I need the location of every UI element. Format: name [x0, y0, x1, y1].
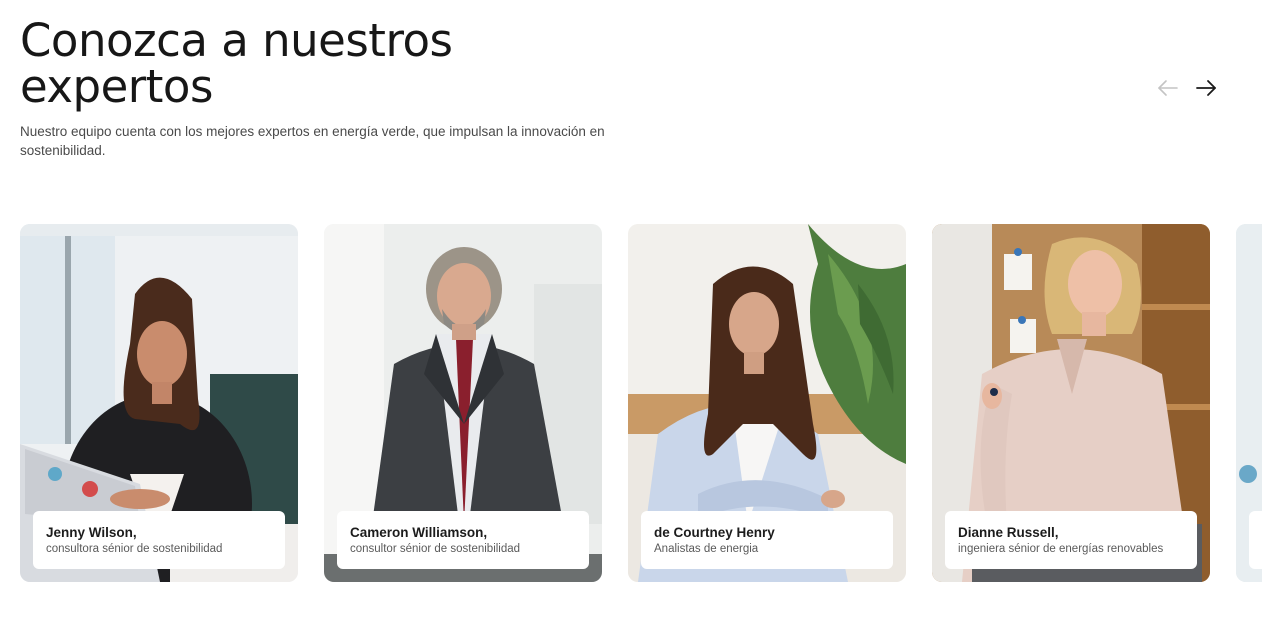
expert-card[interactable]: de Courtney Henry Analistas de energia — [628, 224, 906, 582]
section-subtitle: Nuestro equipo cuenta con los mejores ex… — [20, 124, 605, 158]
expert-card-partial[interactable] — [1236, 224, 1262, 582]
expert-card[interactable]: Cameron Williamson, consultor sénior de … — [324, 224, 602, 582]
expert-caption — [1249, 511, 1262, 569]
expert-card[interactable]: Jenny Wilson, consultora sénior de soste… — [20, 224, 298, 582]
expert-card[interactable]: Dianne Russell, ingeniera sénior de ener… — [932, 224, 1210, 582]
expert-name: de Courtney Henry — [654, 525, 775, 540]
expert-role: consultor sénior de sostenibilidad — [350, 543, 521, 555]
experts-carousel: Jenny Wilson, consultora sénior de soste… — [20, 224, 1262, 582]
arrow-left-icon — [1158, 80, 1178, 96]
section-title: Conozca a nuestros expertos — [20, 14, 453, 113]
expert-name: Cameron Williamson, — [350, 525, 488, 540]
expert-role: ingeniera sénior de energías renovables — [958, 543, 1164, 555]
arrow-right-icon — [1196, 80, 1216, 96]
expert-caption: de Courtney Henry Analistas de energia — [641, 511, 893, 569]
carousel-nav — [1156, 76, 1218, 100]
expert-caption: Cameron Williamson, consultor sénior de … — [337, 511, 589, 569]
expert-role: consultora sénior de sostenibilidad — [46, 543, 223, 555]
expert-name: Dianne Russell, — [958, 525, 1059, 540]
next-button[interactable] — [1194, 76, 1218, 100]
prev-button[interactable] — [1156, 76, 1180, 100]
expert-role: Analistas de energia — [654, 543, 759, 555]
expert-name: Jenny Wilson, — [46, 525, 137, 540]
expert-caption: Jenny Wilson, consultora sénior de soste… — [33, 511, 285, 569]
expert-caption: Dianne Russell, ingeniera sénior de ener… — [945, 511, 1197, 569]
